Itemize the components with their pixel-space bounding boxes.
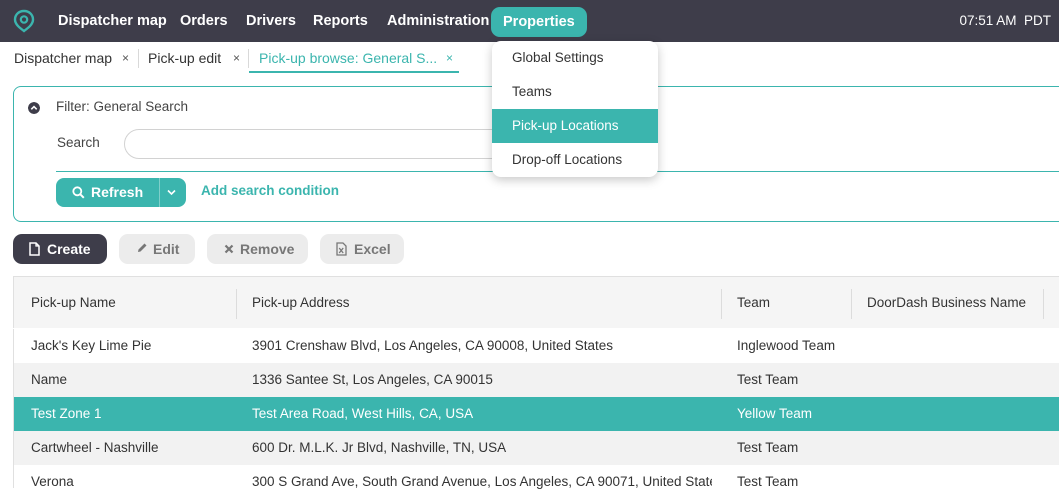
cell-pick-up-address: Test Area Road, West Hills, CA, USA — [252, 406, 474, 421]
close-icon[interactable]: × — [233, 44, 240, 72]
cell-pick-up-name: Verona — [31, 474, 74, 489]
close-icon[interactable]: × — [446, 44, 453, 72]
tab-divider — [138, 49, 139, 68]
menu-item-teams[interactable]: Teams — [492, 75, 658, 109]
close-icon — [224, 244, 234, 254]
cell-team: Test Team — [737, 372, 799, 387]
active-tab-indicator — [249, 71, 459, 73]
tab-divider — [248, 49, 249, 68]
cell-pick-up-address: 300 S Grand Ave, South Grand Avenue, Los… — [252, 474, 712, 489]
properties-dropdown-menu: Global Settings Teams Pick-up Locations … — [492, 41, 658, 177]
cell-team: Test Team — [737, 440, 799, 455]
tab-pick-up-edit[interactable]: Pick-up edit × — [148, 44, 242, 72]
cell-team: Test Team — [737, 474, 799, 489]
column-header-team[interactable]: Team — [737, 277, 770, 329]
remove-button[interactable]: Remove — [207, 234, 308, 264]
chevron-down-icon[interactable] — [167, 189, 176, 196]
excel-file-icon — [336, 242, 347, 256]
tab-dispatcher-map[interactable]: Dispatcher map × — [14, 44, 132, 72]
create-button[interactable]: Create — [13, 234, 107, 264]
cell-doordash-business-name — [867, 363, 1037, 397]
map-pin-logo-icon[interactable] — [12, 9, 36, 33]
file-icon — [29, 242, 40, 256]
table-row-selected[interactable]: Test Zone 1 Test Area Road, West Hills, … — [13, 397, 1059, 431]
timezone: PDT — [1024, 13, 1051, 28]
menu-item-drop-off-locations[interactable]: Drop-off Locations — [492, 143, 658, 177]
nav-dispatcher-map[interactable]: Dispatcher map — [58, 0, 167, 42]
tab-pick-up-browse[interactable]: Pick-up browse: General S... × — [259, 44, 459, 72]
filter-title: Filter: General Search — [56, 99, 189, 114]
tab-label: Pick-up edit — [148, 50, 222, 66]
cell-doordash-business-name — [867, 465, 1037, 499]
cell-pick-up-name: Name — [31, 372, 68, 387]
column-divider[interactable] — [851, 289, 852, 319]
table-row[interactable]: Name 1336 Santee St, Los Angeles, CA 900… — [13, 363, 1059, 397]
table-row[interactable]: Verona 300 S Grand Ave, South Grand Aven… — [13, 465, 1059, 489]
excel-button[interactable]: Excel — [320, 234, 404, 264]
table-row[interactable]: Cartwheel - Nashville 600 Dr. M.L.K. Jr … — [13, 431, 1059, 465]
top-navigation-bar: Dispatcher map Orders Drivers Reports Ad… — [0, 0, 1059, 42]
search-label: Search — [57, 135, 100, 150]
column-header-pick-up-name[interactable]: Pick-up Name — [31, 277, 116, 329]
table-row[interactable]: Jack's Key Lime Pie 3901 Crenshaw Blvd, … — [13, 329, 1059, 363]
table-header: Pick-up Name Pick-up Address Team DoorDa… — [13, 276, 1059, 328]
create-label: Create — [47, 241, 91, 257]
tab-label: Pick-up browse: General S... — [259, 50, 438, 66]
nav-orders[interactable]: Orders — [180, 0, 228, 42]
search-icon — [72, 186, 85, 199]
refresh-label: Refresh — [91, 184, 144, 200]
edit-button[interactable]: Edit — [119, 234, 195, 264]
cell-pick-up-address: 1336 Santee St, Los Angeles, CA 90015 — [252, 372, 493, 387]
edit-label: Edit — [153, 241, 180, 257]
cell-pick-up-address: 3901 Crenshaw Blvd, Los Angeles, CA 9000… — [252, 338, 613, 353]
tab-label: Dispatcher map — [14, 50, 113, 66]
column-divider[interactable] — [1043, 289, 1044, 319]
clock: 07:51 AM PDT — [959, 0, 1051, 42]
column-divider[interactable] — [721, 289, 722, 319]
nav-drivers[interactable]: Drivers — [246, 0, 296, 42]
cell-team: Yellow Team — [737, 406, 813, 421]
column-header-pick-up-address[interactable]: Pick-up Address — [252, 277, 350, 329]
cell-doordash-business-name — [867, 431, 1037, 465]
close-icon[interactable]: × — [122, 44, 129, 72]
column-header-doordash-business-name[interactable]: DoorDash Business Name — [867, 277, 1026, 329]
nav-reports[interactable]: Reports — [313, 0, 368, 42]
menu-item-pick-up-locations[interactable]: Pick-up Locations — [492, 109, 658, 143]
search-input[interactable] — [124, 129, 524, 159]
remove-label: Remove — [240, 241, 295, 257]
menu-item-global-settings[interactable]: Global Settings — [492, 41, 658, 75]
chevron-up-circle-icon[interactable] — [28, 102, 40, 114]
excel-label: Excel — [354, 241, 391, 257]
cell-team: Inglewood Team — [737, 338, 836, 353]
cell-pick-up-name: Cartwheel - Nashville — [31, 440, 159, 455]
pencil-icon — [138, 243, 147, 252]
refresh-button[interactable]: Refresh — [56, 178, 186, 207]
cell-pick-up-name: Jack's Key Lime Pie — [31, 338, 152, 353]
column-divider[interactable] — [236, 289, 237, 319]
current-time: 07:51 AM — [959, 13, 1017, 28]
cell-pick-up-address: 600 Dr. M.L.K. Jr Blvd, Nashville, TN, U… — [252, 440, 507, 455]
nav-properties[interactable]: Properties — [491, 7, 587, 37]
nav-administration[interactable]: Administration — [387, 0, 489, 42]
cell-doordash-business-name — [867, 397, 1037, 431]
button-divider — [159, 178, 160, 207]
cell-doordash-business-name — [867, 329, 1037, 363]
add-search-condition-link[interactable]: Add search condition — [201, 183, 339, 198]
cell-pick-up-name: Test Zone 1 — [31, 406, 102, 421]
